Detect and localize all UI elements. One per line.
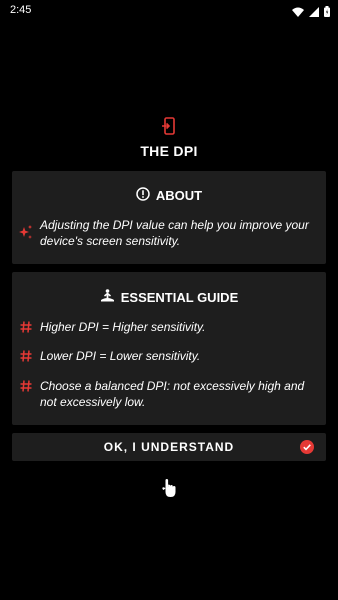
about-title: ABOUT: [155, 188, 203, 203]
check-circle-icon: [300, 440, 314, 459]
about-text: Adjusting the DPI value can help you imp…: [40, 218, 309, 248]
hash-icon: [12, 319, 40, 333]
info-icon: [136, 187, 150, 204]
wifi-icon: [292, 4, 304, 22]
about-row: Adjusting the DPI value can help you imp…: [12, 217, 326, 249]
status-time: 2:45: [10, 4, 32, 16]
guide-title: ESSENTIAL GUIDE: [120, 290, 239, 305]
guide-item-text: Choose a balanced DPI: not excessively h…: [40, 379, 305, 409]
tap-hand-icon: [161, 478, 177, 503]
about-card: ABOUT Adjusting the DPI value can help y…: [12, 171, 326, 264]
status-bar: 2:45: [0, 0, 338, 20]
guide-card: ESSENTIAL GUIDE Higher DPI = Higher sens…: [12, 272, 326, 425]
guide-item: Higher DPI = Higher sensitivity.: [12, 319, 326, 335]
page-header: THE DPI: [0, 117, 338, 159]
guide-item: Choose a balanced DPI: not excessively h…: [12, 378, 326, 410]
guide-item-text: Lower DPI = Lower sensitivity.: [40, 349, 201, 363]
battery-icon: [324, 4, 330, 22]
ok-understand-button[interactable]: OK, I UNDERSTAND: [12, 433, 326, 461]
ok-button-label: OK, I UNDERSTAND: [103, 440, 235, 454]
guide-item-text: Higher DPI = Higher sensitivity.: [40, 320, 206, 334]
meditation-icon: [100, 289, 115, 306]
guide-item: Lower DPI = Lower sensitivity.: [12, 348, 326, 364]
sparkle-icon: [12, 217, 40, 239]
guide-heading: ESSENTIAL GUIDE: [12, 289, 326, 306]
hash-icon: [12, 378, 40, 392]
about-heading: ABOUT: [12, 187, 326, 204]
phone-icon: [161, 117, 177, 139]
hash-icon: [12, 348, 40, 362]
signal-icon: [309, 4, 319, 22]
page-title: THE DPI: [140, 143, 198, 159]
